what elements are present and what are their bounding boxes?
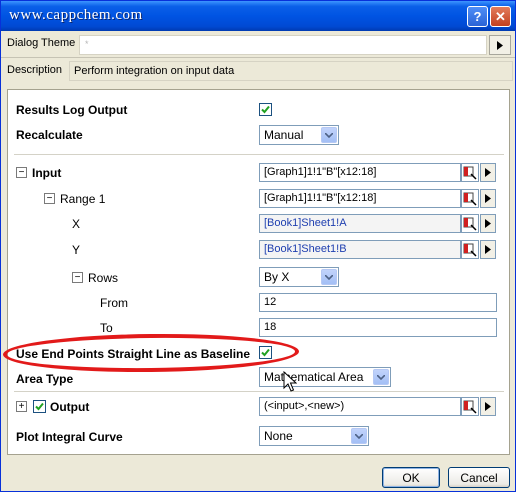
triangle-right-icon <box>485 194 491 203</box>
minus-icon: − <box>74 272 81 283</box>
x-column-field[interactable]: [Book1]Sheet1!A <box>259 214 461 233</box>
chevron-down-icon <box>321 269 337 285</box>
window-title: www.cappchem.com <box>9 7 143 23</box>
plot-integral-curve-label: Plot Integral Curve <box>16 430 123 444</box>
rows-select[interactable]: By X <box>259 267 339 287</box>
description-label: Description <box>7 64 63 76</box>
triangle-right-icon <box>497 40 503 50</box>
title-bar[interactable]: www.cappchem.com ? ✕ <box>1 1 515 31</box>
triangle-right-icon <box>485 219 491 228</box>
x-menu-button[interactable] <box>480 214 496 233</box>
select-range-button[interactable] <box>461 163 479 182</box>
output-label: Output <box>50 400 90 414</box>
chevron-down-icon <box>321 127 337 143</box>
y-column-field[interactable]: [Book1]Sheet1!B <box>259 240 461 259</box>
range1-field[interactable]: [Graph1]1!1"B"[x12:18] <box>259 189 461 208</box>
area-type-select[interactable]: Mathematical Area <box>259 367 391 387</box>
results-log-output-checkbox[interactable] <box>259 103 272 116</box>
range-select-icon <box>463 400 477 414</box>
input-range-field[interactable]: [Graph1]1!1"B"[x12:18] <box>259 163 461 182</box>
range-select-icon <box>463 192 477 206</box>
range-select-icon <box>463 243 477 257</box>
results-log-output-label: Results Log Output <box>16 103 128 117</box>
input-menu-button[interactable] <box>480 163 496 182</box>
rows-collapse-toggle[interactable]: − <box>72 272 83 283</box>
dialog-theme-row: Dialog Theme * <box>1 31 515 58</box>
plus-icon: + <box>18 401 25 412</box>
y-menu-button[interactable] <box>480 240 496 259</box>
select-range-button[interactable] <box>461 214 479 233</box>
help-icon: ? <box>473 9 482 24</box>
input-label: Input <box>32 166 62 180</box>
y-label: Y <box>72 243 81 257</box>
to-label: To <box>100 321 113 335</box>
area-type-label: Area Type <box>16 372 74 386</box>
range1-menu-button[interactable] <box>480 189 496 208</box>
plot-integral-curve-select[interactable]: None <box>259 426 369 446</box>
help-button[interactable]: ? <box>467 6 488 27</box>
settings-panel: Results Log Output Recalculate Manual − … <box>7 89 510 455</box>
checkmark-icon <box>261 105 270 114</box>
chevron-down-icon <box>351 428 367 444</box>
select-range-button[interactable] <box>461 240 479 259</box>
select-range-button[interactable] <box>461 397 479 416</box>
to-field[interactable]: 18 <box>259 318 497 337</box>
description-text: Perform integration on input data <box>69 61 513 81</box>
ok-button[interactable]: OK <box>382 467 440 488</box>
checkmark-icon <box>35 402 44 411</box>
recalculate-value: Manual <box>264 128 304 142</box>
cancel-button-label: Cancel <box>460 470 498 485</box>
from-field[interactable]: 12 <box>259 293 497 312</box>
ok-button-label: OK <box>402 470 420 485</box>
area-type-value: Mathematical Area <box>264 370 364 384</box>
dialog-window: www.cappchem.com ? ✕ Dialog Theme * Desc… <box>0 0 516 492</box>
output-menu-button[interactable] <box>480 397 496 416</box>
select-range-button[interactable] <box>461 189 479 208</box>
triangle-right-icon <box>485 245 491 254</box>
range1-label: Range 1 <box>60 192 106 206</box>
from-label: From <box>100 296 128 310</box>
cancel-button[interactable]: Cancel <box>448 467 510 488</box>
mouse-cursor-icon <box>283 371 297 392</box>
rows-value: By X <box>264 270 290 284</box>
recalculate-select[interactable]: Manual <box>259 125 339 145</box>
close-icon: ✕ <box>495 8 506 24</box>
recalculate-label: Recalculate <box>16 128 83 142</box>
output-checkbox[interactable] <box>33 400 46 413</box>
range-select-icon <box>463 166 477 180</box>
range-select-icon <box>463 217 477 231</box>
x-label: X <box>72 217 81 231</box>
input-collapse-toggle[interactable]: − <box>16 167 27 178</box>
dialog-theme-label: Dialog Theme <box>7 37 76 49</box>
theme-menu-button[interactable] <box>489 35 511 55</box>
close-button[interactable]: ✕ <box>490 6 511 27</box>
output-expand-toggle[interactable]: + <box>16 401 27 412</box>
triangle-right-icon <box>485 402 491 411</box>
divider <box>14 391 504 392</box>
triangle-right-icon <box>485 168 491 177</box>
minus-icon: − <box>18 167 25 178</box>
divider <box>14 154 504 155</box>
range1-collapse-toggle[interactable]: − <box>44 193 55 204</box>
plot-integral-curve-value: None <box>264 429 293 443</box>
minus-icon: − <box>46 193 53 204</box>
rows-label: Rows <box>88 271 119 285</box>
dialog-theme-field[interactable]: * <box>79 35 487 55</box>
output-field[interactable]: (<input>,<new>) <box>259 397 461 416</box>
chevron-down-icon <box>373 369 389 385</box>
